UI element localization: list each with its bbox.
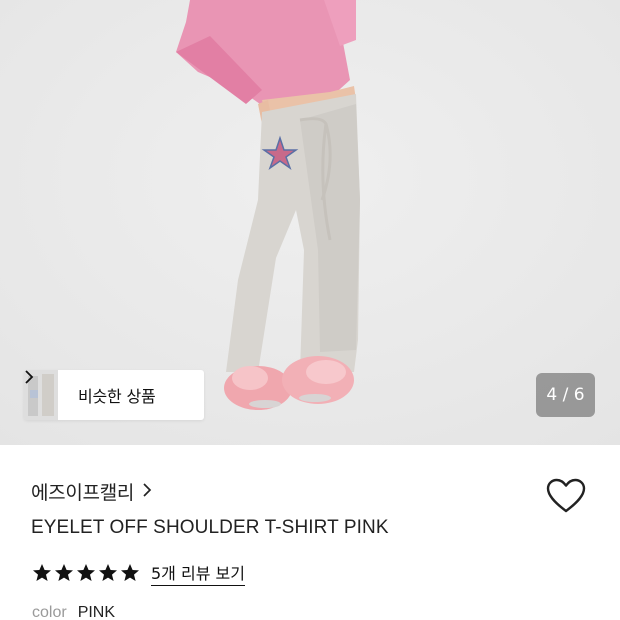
star-icon [55, 564, 73, 581]
similar-products-label: 비슷한 상품 [78, 387, 156, 406]
rating-row: 5개 리뷰 보기 [32, 560, 245, 586]
image-page-counter: 4 / 6 [536, 373, 595, 417]
color-value: PINK [77, 604, 116, 620]
wishlist-heart-icon[interactable] [546, 478, 586, 514]
similar-products-button[interactable]: 비슷한 상품 [24, 370, 204, 420]
brand-name: 에즈이프캘리 [31, 482, 135, 504]
rating-stars [32, 563, 140, 583]
product-title: EYELET OFF SHOULDER T-SHIRT PINK [31, 517, 389, 538]
brand-link[interactable]: 에즈이프캘리 [31, 478, 152, 505]
product-image-carousel[interactable]: 비슷한 상품 4 / 6 [0, 0, 620, 445]
view-reviews-link[interactable]: 5개 리뷰 보기 [151, 560, 245, 586]
star-icon [99, 564, 117, 581]
star-icon [77, 564, 95, 581]
color-option-row: color PINK [32, 604, 115, 620]
star-icon [33, 564, 51, 581]
chevron-right-icon [142, 482, 152, 502]
star-icon [121, 564, 139, 581]
color-label: color [32, 604, 67, 620]
